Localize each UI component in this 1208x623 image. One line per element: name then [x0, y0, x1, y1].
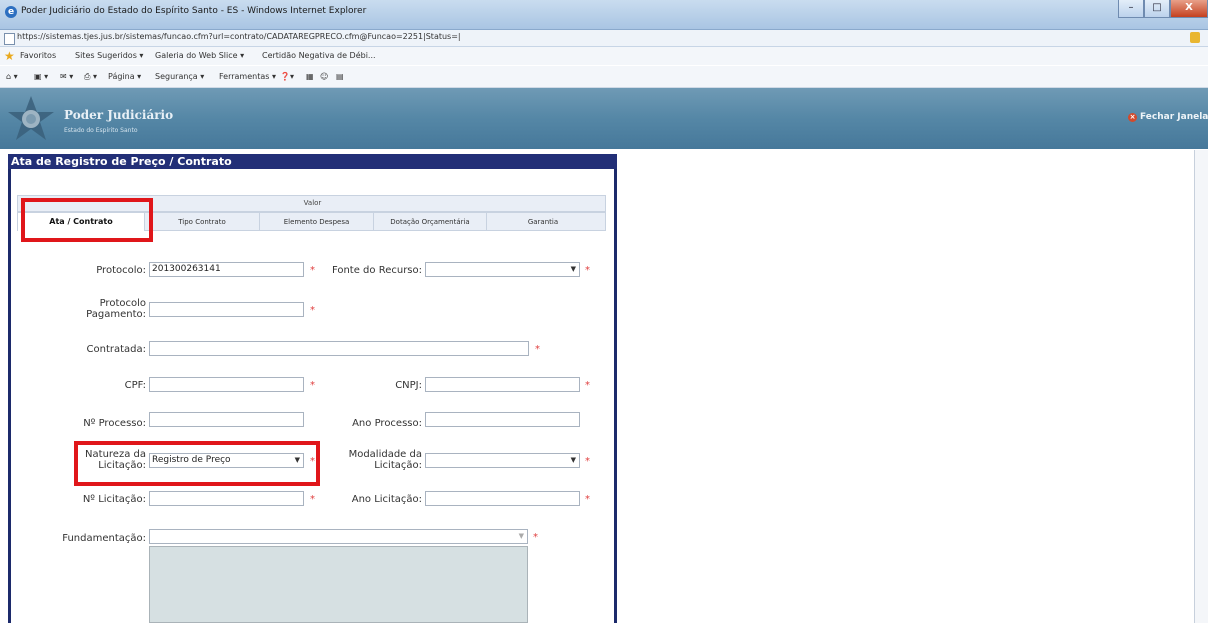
modalidade-licitacao-label: Modalidade da Licitação: — [348, 449, 422, 471]
window-titlebar: e Poder Judiciário do Estado do Espírito… — [0, 0, 1208, 30]
form-title: Ata de Registro de Preço / Contrato — [8, 154, 617, 169]
favorites-item-webslice[interactable]: Galeria do Web Slice ▾ — [155, 51, 244, 60]
protocolo-label: Protocolo: — [96, 265, 146, 276]
menu-seguranca[interactable]: Segurança ▾ — [155, 72, 204, 81]
research-icon[interactable]: ▦ — [306, 72, 314, 81]
ano-processo-input[interactable] — [425, 412, 580, 427]
mail-icon[interactable]: ✉ ▾ — [60, 72, 73, 81]
ano-licitacao-input[interactable] — [425, 491, 580, 506]
cnpj-label: CNPJ: — [395, 380, 422, 391]
fundamentacao-textarea[interactable] — [149, 546, 528, 623]
help-icon[interactable]: ❓▾ — [280, 72, 294, 81]
chevron-down-icon: ▼ — [518, 532, 524, 540]
minimize-button[interactable]: – — [1118, 0, 1144, 18]
favorites-item-certidao[interactable]: Certidão Negativa de Débi... — [262, 51, 376, 60]
nro-licitacao-input[interactable] — [149, 491, 304, 506]
fundamentacao-label: Fundamentação: — [62, 533, 146, 544]
app-subtitle: Estado do Espírito Santo — [64, 127, 138, 134]
lock-icon[interactable] — [1190, 32, 1200, 43]
command-bar: ⌂ ▾ ▣ ▾ ✉ ▾ ⎙ ▾ Página ▾ Segurança ▾ Fer… — [0, 66, 1208, 88]
messenger-icon[interactable]: ☺ — [320, 72, 328, 81]
modalidade-licitacao-select[interactable]: ▼ — [425, 453, 580, 468]
app-title: Poder Judiciário — [64, 108, 174, 122]
tab-garantia[interactable]: Garantia — [486, 213, 599, 231]
close-icon: × — [1128, 113, 1137, 122]
window-title: Poder Judiciário do Estado do Espírito S… — [21, 6, 367, 16]
fundamentacao-select[interactable]: ▼ — [149, 529, 528, 544]
page-scrollbar[interactable] — [1194, 150, 1208, 623]
bookmark-icon[interactable]: ▤ — [336, 72, 344, 81]
ano-processo-label: Ano Processo: — [352, 418, 422, 429]
ano-licitacao-label: Ano Licitação: — [351, 494, 422, 505]
favorites-bar: ★ Favoritos Sites Sugeridos ▾ Galeria do… — [0, 47, 1208, 65]
cpf-input[interactable] — [149, 377, 304, 392]
address-bar: https://sistemas.tjes.jus.br/sistemas/fu… — [0, 30, 1208, 47]
protocolo-pagamento-label: Protocolo Pagamento: — [86, 298, 146, 320]
favorites-star-icon[interactable]: ★ — [4, 49, 15, 63]
highlight-box-natureza — [74, 441, 320, 486]
contratada-input[interactable] — [149, 341, 529, 356]
required-mark: * — [585, 265, 590, 276]
close-window-link[interactable]: × Fechar Janela — [1128, 112, 1208, 122]
app-header: Poder Judiciário Estado do Espírito Sant… — [0, 88, 1208, 149]
chevron-down-icon: ▼ — [570, 456, 576, 464]
tab-tipo-contrato[interactable]: Tipo Contrato — [144, 213, 259, 231]
crest-logo — [8, 96, 54, 140]
required-mark: * — [310, 265, 315, 276]
fonte-recurso-select[interactable]: ▼ — [425, 262, 580, 277]
required-mark: * — [535, 344, 540, 355]
nro-licitacao-label: Nº Licitação: — [82, 494, 146, 505]
cnpj-input[interactable] — [425, 377, 580, 392]
protocolo-input[interactable]: 201300263141 — [149, 262, 304, 277]
favorites-item-sites[interactable]: Sites Sugeridos ▾ — [75, 51, 143, 60]
required-mark: * — [310, 305, 315, 316]
nro-processo-input[interactable] — [149, 412, 304, 427]
maximize-button[interactable]: □ — [1144, 0, 1170, 18]
close-window-button[interactable]: X — [1170, 0, 1208, 18]
required-mark: * — [585, 380, 590, 391]
tab-dotacao-orcamentaria[interactable]: Dotação Orçamentária — [373, 213, 486, 231]
nro-processo-label: Nº Processo: — [83, 418, 146, 429]
ie-icon: e — [5, 6, 17, 18]
contratada-label: Contratada: — [86, 344, 147, 355]
menu-ferramentas[interactable]: Ferramentas ▾ — [219, 72, 276, 81]
feeds-icon[interactable]: ▣ ▾ — [34, 72, 48, 81]
favorites-label[interactable]: Favoritos — [20, 51, 56, 60]
protocolo-pagamento-input[interactable] — [149, 302, 304, 317]
window-controls: – □ X — [1118, 0, 1208, 18]
print-icon[interactable]: ⎙ ▾ — [84, 72, 97, 82]
required-mark: * — [310, 380, 315, 391]
fonte-recurso-label: Fonte do Recurso: — [331, 265, 422, 276]
required-mark: * — [585, 494, 590, 505]
menu-pagina[interactable]: Página ▾ — [108, 72, 141, 81]
page-icon — [4, 33, 15, 45]
chevron-down-icon: ▼ — [570, 265, 576, 273]
required-mark: * — [585, 456, 590, 467]
required-mark: * — [533, 532, 538, 543]
tab-elemento-despesa[interactable]: Elemento Despesa — [259, 213, 373, 231]
home-icon[interactable]: ⌂ ▾ — [6, 72, 18, 81]
required-mark: * — [310, 494, 315, 505]
cpf-label: CPF: — [124, 380, 146, 391]
highlight-box-tab — [21, 198, 153, 242]
url-field[interactable]: https://sistemas.tjes.jus.br/sistemas/fu… — [17, 32, 1177, 44]
